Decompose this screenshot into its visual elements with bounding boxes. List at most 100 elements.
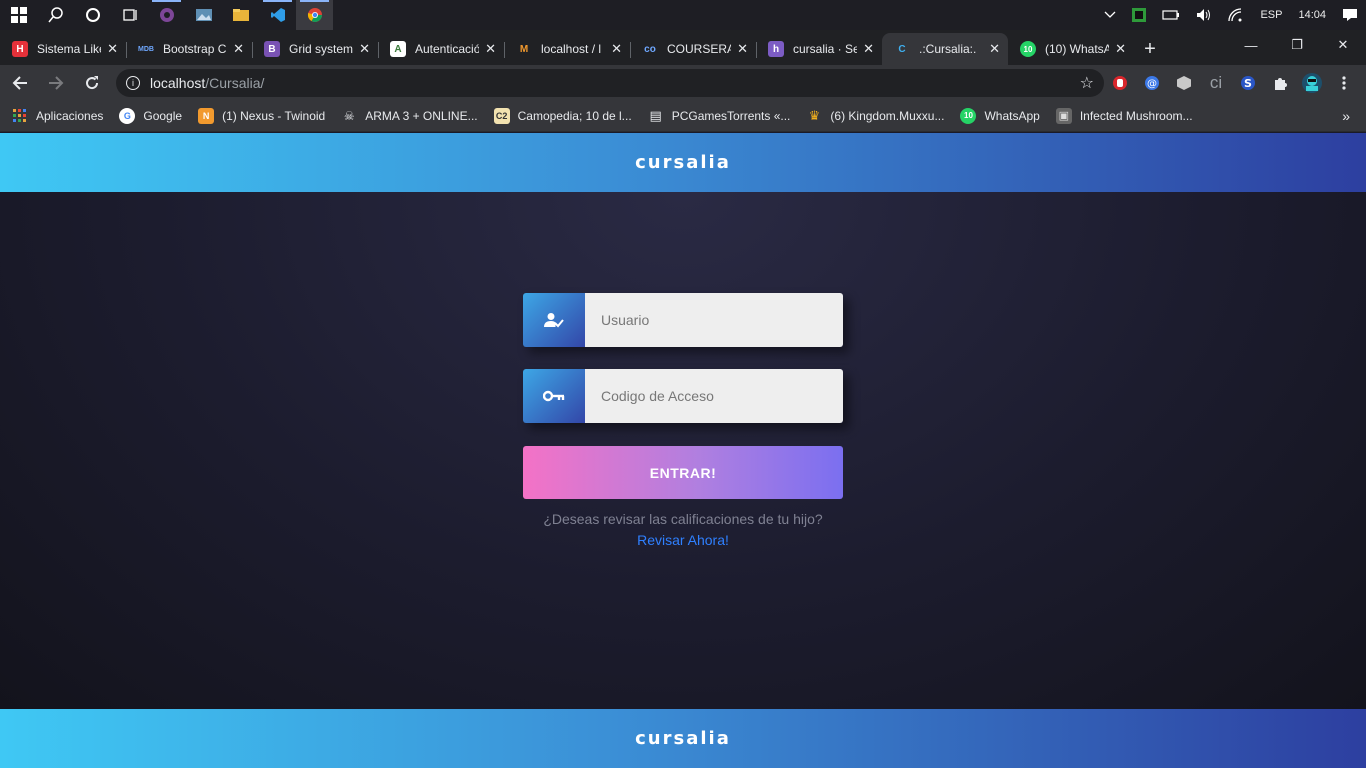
bookmark-label: Google (143, 108, 183, 123)
camopedia-icon: C2 (493, 107, 510, 124)
bookmark-label: Camopedia; 10 de l... (517, 108, 632, 123)
windows-start-icon[interactable] (0, 0, 37, 30)
tab-favicon: co (644, 43, 656, 55)
new-tab-button[interactable]: + (1134, 33, 1166, 65)
browser-tab[interactable]: M localhost / l ✕ (504, 33, 630, 65)
bookmark-label: (6) Kingdom.Muxxu... (830, 108, 945, 123)
bookmark-arma[interactable]: ☠ ARMA 3 + ONLINE... (341, 108, 478, 124)
task-view-icon[interactable] (111, 0, 148, 30)
key-icon (523, 369, 585, 423)
language-indicator[interactable]: ESP (1252, 0, 1290, 30)
bookmark-label: (1) Nexus - Twinoid (222, 108, 326, 123)
browser-tab[interactable]: h cursalia · Se ✕ (756, 33, 882, 65)
restore-icon[interactable]: ❐ (1274, 30, 1320, 60)
google-icon: G (119, 107, 136, 124)
bookmark-pcgames[interactable]: ▤ PCGamesTorrents «... (648, 108, 791, 124)
profile-avatar[interactable] (1296, 67, 1328, 99)
close-tab-icon[interactable]: ✕ (359, 41, 370, 57)
minimize-icon[interactable]: — (1228, 30, 1274, 60)
browser-tab[interactable]: A Autenticació ✕ (378, 33, 504, 65)
close-tab-icon[interactable]: ✕ (485, 41, 496, 57)
back-icon[interactable] (4, 67, 36, 99)
more-bookmarks-icon[interactable]: » (1342, 108, 1350, 124)
close-tab-icon[interactable]: ✕ (1115, 41, 1126, 57)
tab-title: localhost / l (541, 42, 602, 56)
close-window-icon[interactable]: ✕ (1320, 30, 1366, 60)
access-code-field (523, 369, 843, 423)
tab-title: Autenticació (415, 42, 480, 56)
search-icon[interactable] (37, 0, 74, 30)
image-icon: ▣ (1055, 107, 1072, 124)
cortana-icon[interactable] (74, 0, 111, 30)
bookmark-whatsapp[interactable]: 10 WhatsApp (960, 107, 1040, 124)
close-tab-icon[interactable]: ✕ (611, 41, 622, 57)
access-code-input[interactable] (585, 369, 843, 423)
review-now-link[interactable]: Revisar Ahora! (0, 532, 1366, 548)
browser-tab[interactable]: B Grid system ✕ (252, 33, 378, 65)
bookmark-camopedia[interactable]: C2 Camopedia; 10 de l... (493, 107, 632, 124)
s-extension-icon[interactable]: S (1232, 67, 1264, 99)
forward-icon[interactable] (40, 67, 72, 99)
tab-title: Sistema Like (37, 42, 102, 56)
user-check-icon (523, 293, 585, 347)
menu-kebab-icon[interactable] (1328, 67, 1360, 99)
battery-icon[interactable] (1154, 0, 1188, 30)
reload-icon[interactable] (76, 67, 108, 99)
chevron-up-icon[interactable] (1096, 0, 1124, 30)
browser-tab[interactable]: H Sistema Like ✕ (0, 33, 126, 65)
browser-tab[interactable]: MDB Bootstrap C ✕ (126, 33, 252, 65)
ci-extension-icon[interactable]: ci (1200, 67, 1232, 99)
tab-favicon: M (519, 43, 529, 55)
cube-extension-icon[interactable] (1168, 67, 1200, 99)
cursalia-footer-logo: cursalia (635, 728, 731, 749)
photos-icon[interactable] (185, 0, 222, 30)
ublock-extension-icon[interactable] (1104, 67, 1136, 99)
file-explorer-icon[interactable] (222, 0, 259, 30)
browser-tab[interactable]: co COURSERA ✕ (630, 33, 756, 65)
bookmark-label: PCGamesTorrents «... (671, 108, 791, 123)
address-bar[interactable]: i localhost/Cursalia/ ☆ (116, 68, 1104, 97)
close-tab-icon[interactable]: ✕ (863, 41, 874, 57)
bookmark-google[interactable]: G Google (119, 107, 183, 124)
bookmark-kingdom[interactable]: ♛ (6) Kingdom.Muxxu... (806, 108, 945, 124)
wifi-icon[interactable] (1220, 0, 1252, 30)
clock[interactable]: 14:04 (1290, 0, 1334, 30)
volume-icon[interactable] (1188, 0, 1220, 30)
bookmark-label: ARMA 3 + ONLINE... (365, 108, 478, 123)
notifications-icon[interactable] (1334, 0, 1366, 30)
tab-favicon: h (768, 41, 784, 57)
parent-question-text: ¿Deseas revisar las calificaciones de tu… (543, 511, 823, 527)
browser-tab-strip: H Sistema Like ✕ MDB Bootstrap C ✕ B Gri… (0, 30, 1366, 65)
bookmark-label: Aplicaciones (36, 108, 104, 123)
extensions-puzzle-icon[interactable] (1264, 67, 1296, 99)
bookmark-star-icon[interactable]: ☆ (1080, 73, 1094, 93)
chrome-icon[interactable] (296, 0, 333, 30)
browser-tab-active[interactable]: C .:Cursalia:. ✕ (882, 33, 1008, 65)
page-footer: cursalia (0, 709, 1366, 768)
tab-favicon: 10 (1020, 41, 1036, 57)
bookmark-infected-mushroom[interactable]: ▣ Infected Mushroom... (1055, 107, 1193, 124)
close-tab-icon[interactable]: ✕ (107, 41, 118, 57)
tab-favicon: C (898, 43, 906, 55)
site-info-icon[interactable]: i (126, 75, 140, 90)
close-tab-icon[interactable]: ✕ (737, 41, 748, 57)
close-tab-icon[interactable]: ✕ (989, 41, 1000, 57)
skull-icon: ☠ (343, 108, 355, 123)
at-extension-icon[interactable]: @ (1136, 67, 1168, 99)
tab-favicon: H (12, 41, 28, 57)
bookmark-apps[interactable]: Aplicaciones (12, 108, 103, 124)
browser-tab[interactable]: 10 (10) WhatsA ✕ (1008, 33, 1134, 65)
bookmark-nexus[interactable]: N (1) Nexus - Twinoid (198, 107, 326, 124)
nexus-icon: N (198, 107, 215, 124)
tab-favicon: MDB (138, 45, 154, 53)
tab-favicon: B (264, 41, 280, 57)
username-input[interactable] (585, 293, 843, 347)
tab-title: cursalia · Se (793, 42, 858, 56)
page-header: cursalia (0, 133, 1366, 192)
enter-button[interactable]: ENTRAR! (523, 446, 843, 499)
apps-grid-icon (12, 108, 28, 124)
tor-browser-icon[interactable] (148, 0, 185, 30)
tray-app-icon[interactable] (1124, 0, 1154, 30)
close-tab-icon[interactable]: ✕ (233, 41, 244, 57)
vscode-icon[interactable] (259, 0, 296, 30)
